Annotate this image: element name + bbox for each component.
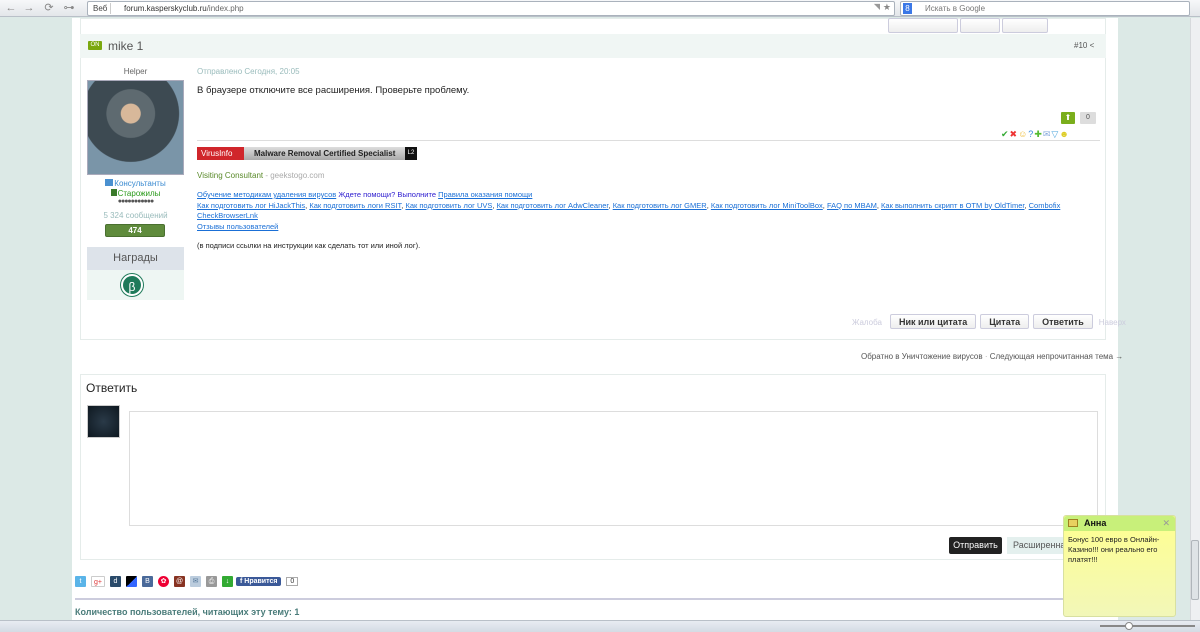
search-box[interactable]: 8 Искать в Google: [900, 1, 1190, 16]
sig-link-guide[interactable]: Как подготовить лог UVS: [405, 201, 492, 210]
share-bar: t g+ d B ✿ @ ✉ ⎙ ↓ f Нравится 0: [75, 576, 299, 587]
odnoklassniki-icon[interactable]: ✿: [158, 576, 169, 587]
post-text: В браузере отключите все расширения. Про…: [197, 85, 470, 96]
message-count: 5 324 сообщений: [103, 211, 168, 220]
readers-count: Количество пользователей, читающих эту т…: [75, 607, 300, 617]
vk-icon[interactable]: B: [142, 576, 153, 587]
vote-up-button[interactable]: ⬆: [1061, 112, 1075, 124]
sig-link-guide[interactable]: FAQ по MBAM: [827, 201, 877, 210]
scrollbar-thumb[interactable]: [1191, 540, 1199, 600]
sig-link-guide[interactable]: Как подготовить лог HiJackThis: [197, 201, 305, 210]
sig-link-reviews[interactable]: Отзывы пользователей: [197, 222, 278, 231]
sig-link-guide[interactable]: Как подготовить лог MiniToolBox: [711, 201, 823, 210]
reload-button[interactable]: ⟳: [42, 2, 56, 15]
report-link[interactable]: Жалоба: [852, 318, 882, 327]
signature-links: Обучение методикам удаления вирусов Ждет…: [197, 190, 1061, 231]
reply-title: Ответить: [86, 381, 138, 395]
group-icon: [110, 189, 117, 196]
key-icon[interactable]: ⊶: [62, 2, 76, 15]
post-header: [80, 34, 1106, 58]
sig-link-checkbrowserlnk[interactable]: CheckBrowserLnk: [197, 211, 258, 220]
avatar[interactable]: [87, 80, 184, 175]
address-bar[interactable]: Веб forum.kasperskyclub.ru/index.php ◥ ★: [87, 1, 895, 16]
print-icon[interactable]: ⎙: [206, 576, 217, 587]
reply-button[interactable]: Ответить: [1033, 314, 1093, 329]
zoom-slider[interactable]: [1100, 625, 1195, 627]
moderation-icons: ✔✖☺?✚✉▽☻: [1001, 129, 1070, 140]
nick-quote-button[interactable]: Ник или цитата: [889, 314, 977, 329]
cross-icon[interactable]: ✖: [1010, 129, 1019, 139]
email-icon[interactable]: ✉: [190, 576, 201, 587]
bookmark-star-icon[interactable]: ★: [883, 2, 891, 13]
sig-link-guide[interactable]: Как подготовить лог GMER: [613, 201, 707, 210]
browser-status-bar: [0, 620, 1200, 632]
sig-link-guide[interactable]: Как подготовить лог AdwCleaner: [497, 201, 609, 210]
reply-textarea[interactable]: [129, 411, 1098, 526]
moimir-icon[interactable]: @: [174, 576, 185, 587]
user-role: Helper: [123, 67, 148, 76]
like-count: 0: [286, 577, 299, 586]
url-text: forum.kasperskyclub.ru/index.php: [124, 4, 244, 13]
rank-pips: ●●●●●●●●●●●: [117, 198, 155, 205]
my-avatar: [87, 405, 120, 438]
post-date: Отправлено Сегодня, 20:05: [197, 67, 300, 76]
reputation-badge: 474: [105, 224, 165, 237]
google-plus-icon[interactable]: g+: [91, 576, 105, 587]
sig-link-guide[interactable]: Combofix: [1029, 201, 1061, 210]
post-number[interactable]: #10 <: [1074, 41, 1094, 50]
twitter-icon[interactable]: t: [75, 576, 86, 587]
zoom-slider-handle[interactable]: [1125, 622, 1133, 630]
virusinfo-banner[interactable]: VirusInfo Malware Removal Certified Speci…: [197, 147, 417, 160]
check-icon[interactable]: ✔: [1001, 129, 1010, 139]
sig-link-guide[interactable]: Как выполнить скрипт в OTM by OldTimer: [881, 201, 1024, 210]
forward-button[interactable]: →: [22, 2, 36, 15]
signature-divider: [197, 140, 1100, 141]
notification-popup[interactable]: Анна ✕ Бонус 100 евро в Онлайн-Казино!!! …: [1063, 515, 1176, 617]
message-icon: [1068, 519, 1078, 527]
sig-link-rules[interactable]: Правила оказания помощи: [438, 190, 532, 199]
quote-button[interactable]: Цитата: [980, 314, 1030, 329]
sig-link-guide[interactable]: Как подготовить логи RSIT: [309, 201, 401, 210]
site-badge: Веб: [90, 3, 112, 14]
top-link[interactable]: Наверх: [1099, 318, 1126, 327]
plus-icon[interactable]: ✚: [1034, 129, 1043, 139]
digg-icon[interactable]: d: [110, 576, 121, 587]
group-consultants: Консультанты: [87, 179, 184, 188]
vote-count: 0: [1080, 112, 1096, 124]
post-actions: Жалоба Ник или цитата Цитата Ответить Наверх: [846, 314, 1132, 329]
sig-link-training[interactable]: Обучение методикам удаления вирусов: [197, 190, 336, 199]
divider: [75, 598, 1105, 600]
topic-navigation: Обратно в Уничтожение вирусов · Следующа…: [861, 352, 1124, 361]
signature-note: (в подписи ссылки на инструкции как сдел…: [197, 241, 421, 250]
awards-title: Награды: [87, 247, 184, 270]
group-oldtimers: Старожилы: [87, 189, 184, 198]
rss-icon[interactable]: ◥: [874, 2, 880, 11]
facebook-like-button[interactable]: f Нравится: [236, 577, 282, 586]
smile-icon[interactable]: ☺: [1018, 129, 1028, 139]
search-engine-icon[interactable]: 8: [903, 3, 912, 14]
download-icon[interactable]: ↓: [222, 576, 233, 587]
visiting-consultant: Visiting Consultant - geekstogo.com: [197, 171, 325, 180]
scrollbar[interactable]: [1190, 18, 1200, 620]
search-input[interactable]: Искать в Google: [925, 3, 985, 14]
back-to-forum-link[interactable]: Обратно в Уничтожение вирусов: [861, 352, 983, 361]
monitor-icon: [105, 179, 114, 186]
popup-sender: Анна: [1084, 518, 1107, 528]
delicious-icon[interactable]: [126, 576, 137, 587]
post-author[interactable]: mike 1: [108, 39, 143, 53]
beta-award-icon[interactable]: β: [121, 274, 143, 296]
share-icon[interactable]: <: [1090, 41, 1095, 50]
user-icon[interactable]: ☻: [1059, 129, 1069, 139]
close-icon[interactable]: ✕: [1162, 516, 1170, 531]
online-badge: ON: [88, 41, 102, 50]
back-button[interactable]: ←: [4, 2, 18, 15]
next-unread-link[interactable]: Следующая непрочитанная тема →: [990, 352, 1124, 361]
send-button[interactable]: Отправить: [949, 537, 1002, 554]
popup-text: Бонус 100 евро в Онлайн-Казино!!! они ре…: [1068, 535, 1160, 564]
